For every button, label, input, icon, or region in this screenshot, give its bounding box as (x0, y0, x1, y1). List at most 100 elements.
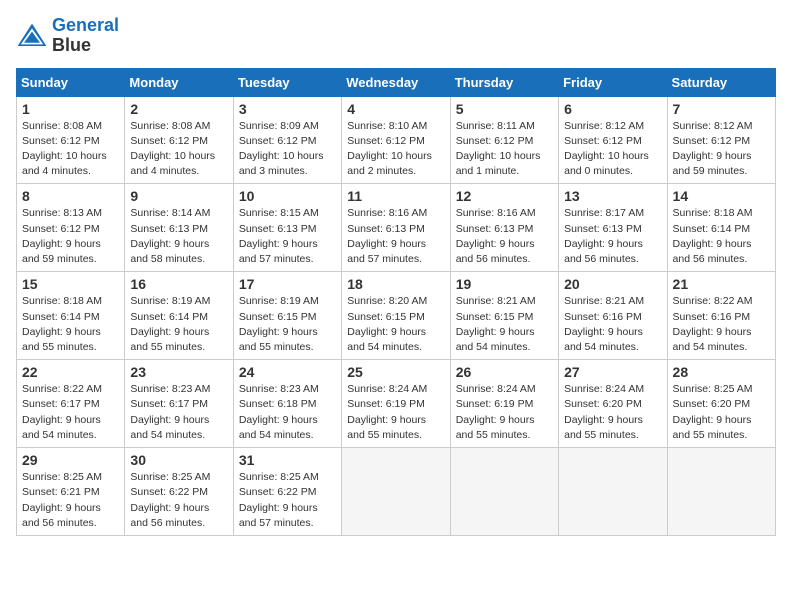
calendar-week-3: 15Sunrise: 8:18 AMSunset: 6:14 PMDayligh… (17, 272, 776, 360)
day-cell-25: 25 Sunrise: 8:24 AMSunset: 6:19 PMDayligh… (342, 360, 450, 448)
day-detail: Sunrise: 8:08 AMSunset: 6:12 PMDaylight:… (130, 120, 215, 178)
calendar-week-2: 8 Sunrise: 8:13 AMSunset: 6:12 PMDaylight… (17, 184, 776, 272)
day-number: 30 (130, 452, 227, 468)
day-number: 16 (130, 276, 227, 292)
day-number: 25 (347, 364, 444, 380)
day-cell-8: 8 Sunrise: 8:13 AMSunset: 6:12 PMDaylight… (17, 184, 125, 272)
day-cell-24: 24 Sunrise: 8:23 AMSunset: 6:18 PMDayligh… (233, 360, 341, 448)
day-cell-4: 4 Sunrise: 8:10 AMSunset: 6:12 PMDaylight… (342, 96, 450, 184)
day-cell-6: 6Sunrise: 8:12 AMSunset: 6:12 PMDaylight… (559, 96, 667, 184)
day-detail: Sunrise: 8:23 AMSunset: 6:18 PMDaylight:… (239, 383, 319, 441)
day-cell-15: 15Sunrise: 8:18 AMSunset: 6:14 PMDayligh… (17, 272, 125, 360)
day-number: 8 (22, 188, 119, 204)
day-cell-20: 20 Sunrise: 8:21 AMSunset: 6:16 PMDayligh… (559, 272, 667, 360)
day-number: 19 (456, 276, 553, 292)
day-number: 14 (673, 188, 770, 204)
day-detail: Sunrise: 8:10 AMSunset: 6:12 PMDaylight:… (347, 120, 432, 178)
day-number: 20 (564, 276, 661, 292)
day-detail: Sunrise: 8:25 AMSunset: 6:22 PMDaylight:… (130, 471, 210, 529)
day-cell-3: 3 Sunrise: 8:09 AMSunset: 6:12 PMDaylight… (233, 96, 341, 184)
header-wednesday: Wednesday (342, 68, 450, 96)
calendar-header-row: SundayMondayTuesdayWednesdayThursdayFrid… (17, 68, 776, 96)
day-cell-27: 27Sunrise: 8:24 AMSunset: 6:20 PMDayligh… (559, 360, 667, 448)
day-detail: Sunrise: 8:09 AMSunset: 6:12 PMDaylight:… (239, 120, 324, 178)
day-detail: Sunrise: 8:24 AMSunset: 6:20 PMDaylight:… (564, 383, 644, 441)
day-detail: Sunrise: 8:12 AMSunset: 6:12 PMDaylight:… (673, 120, 753, 178)
day-cell-31: 31Sunrise: 8:25 AMSunset: 6:22 PMDayligh… (233, 448, 341, 536)
calendar-week-1: 1 Sunrise: 8:08 AMSunset: 6:12 PMDaylight… (17, 96, 776, 184)
day-number: 29 (22, 452, 119, 468)
day-number: 28 (673, 364, 770, 380)
day-cell-21: 21Sunrise: 8:22 AMSunset: 6:16 PMDayligh… (667, 272, 775, 360)
day-number: 9 (130, 188, 227, 204)
logo-blue: Blue (52, 36, 119, 56)
day-number: 2 (130, 101, 227, 117)
header-monday: Monday (125, 68, 233, 96)
calendar-week-4: 22Sunrise: 8:22 AMSunset: 6:17 PMDayligh… (17, 360, 776, 448)
day-cell-16: 16 Sunrise: 8:19 AMSunset: 6:14 PMDayligh… (125, 272, 233, 360)
day-cell-12: 12Sunrise: 8:16 AMSunset: 6:13 PMDayligh… (450, 184, 558, 272)
day-detail: Sunrise: 8:23 AMSunset: 6:17 PMDaylight:… (130, 383, 210, 441)
day-cell-17: 17Sunrise: 8:19 AMSunset: 6:15 PMDayligh… (233, 272, 341, 360)
day-detail: Sunrise: 8:21 AMSunset: 6:16 PMDaylight:… (564, 295, 644, 353)
day-number: 1 (22, 101, 119, 117)
calendar-week-5: 29Sunrise: 8:25 AMSunset: 6:21 PMDayligh… (17, 448, 776, 536)
day-number: 6 (564, 101, 661, 117)
logo: General Blue (16, 16, 119, 56)
day-number: 10 (239, 188, 336, 204)
day-cell-29: 29Sunrise: 8:25 AMSunset: 6:21 PMDayligh… (17, 448, 125, 536)
day-cell-11: 11 Sunrise: 8:16 AMSunset: 6:13 PMDayligh… (342, 184, 450, 272)
day-number: 5 (456, 101, 553, 117)
header-friday: Friday (559, 68, 667, 96)
day-number: 17 (239, 276, 336, 292)
header-sunday: Sunday (17, 68, 125, 96)
day-number: 11 (347, 188, 444, 204)
day-cell-7: 7Sunrise: 8:12 AMSunset: 6:12 PMDaylight… (667, 96, 775, 184)
day-cell-5: 5 Sunrise: 8:11 AMSunset: 6:12 PMDaylight… (450, 96, 558, 184)
day-cell-1: 1Sunrise: 8:08 AMSunset: 6:12 PMDaylight… (17, 96, 125, 184)
day-number: 3 (239, 101, 336, 117)
day-cell-9: 9 Sunrise: 8:14 AMSunset: 6:13 PMDaylight… (125, 184, 233, 272)
empty-cell (342, 448, 450, 536)
day-number: 4 (347, 101, 444, 117)
day-detail: Sunrise: 8:18 AMSunset: 6:14 PMDaylight:… (22, 295, 102, 353)
day-cell-13: 13 Sunrise: 8:17 AMSunset: 6:13 PMDayligh… (559, 184, 667, 272)
day-detail: Sunrise: 8:24 AMSunset: 6:19 PMDaylight:… (456, 383, 536, 441)
day-detail: Sunrise: 8:20 AMSunset: 6:15 PMDaylight:… (347, 295, 427, 353)
header-tuesday: Tuesday (233, 68, 341, 96)
day-detail: Sunrise: 8:25 AMSunset: 6:20 PMDaylight:… (673, 383, 753, 441)
logo-icon (16, 22, 48, 50)
day-detail: Sunrise: 8:25 AMSunset: 6:22 PMDaylight:… (239, 471, 319, 529)
day-number: 26 (456, 364, 553, 380)
empty-cell (450, 448, 558, 536)
day-detail: Sunrise: 8:24 AMSunset: 6:19 PMDaylight:… (347, 383, 427, 441)
day-cell-28: 28 Sunrise: 8:25 AMSunset: 6:20 PMDayligh… (667, 360, 775, 448)
day-number: 24 (239, 364, 336, 380)
day-cell-26: 26 Sunrise: 8:24 AMSunset: 6:19 PMDayligh… (450, 360, 558, 448)
day-cell-14: 14 Sunrise: 8:18 AMSunset: 6:14 PMDayligh… (667, 184, 775, 272)
day-detail: Sunrise: 8:19 AMSunset: 6:14 PMDaylight:… (130, 295, 210, 353)
header-saturday: Saturday (667, 68, 775, 96)
day-cell-18: 18 Sunrise: 8:20 AMSunset: 6:15 PMDayligh… (342, 272, 450, 360)
day-number: 12 (456, 188, 553, 204)
day-cell-2: 2 Sunrise: 8:08 AMSunset: 6:12 PMDaylight… (125, 96, 233, 184)
day-cell-19: 19 Sunrise: 8:21 AMSunset: 6:15 PMDayligh… (450, 272, 558, 360)
day-number: 21 (673, 276, 770, 292)
day-detail: Sunrise: 8:14 AMSunset: 6:13 PMDaylight:… (130, 207, 210, 265)
day-detail: Sunrise: 8:16 AMSunset: 6:13 PMDaylight:… (347, 207, 427, 265)
day-detail: Sunrise: 8:13 AMSunset: 6:12 PMDaylight:… (22, 207, 102, 265)
day-detail: Sunrise: 8:11 AMSunset: 6:12 PMDaylight:… (456, 120, 541, 178)
day-detail: Sunrise: 8:15 AMSunset: 6:13 PMDaylight:… (239, 207, 319, 265)
day-detail: Sunrise: 8:22 AMSunset: 6:17 PMDaylight:… (22, 383, 102, 441)
day-number: 13 (564, 188, 661, 204)
day-cell-22: 22Sunrise: 8:22 AMSunset: 6:17 PMDayligh… (17, 360, 125, 448)
empty-cell (559, 448, 667, 536)
day-detail: Sunrise: 8:21 AMSunset: 6:15 PMDaylight:… (456, 295, 536, 353)
day-number: 18 (347, 276, 444, 292)
calendar-table: SundayMondayTuesdayWednesdayThursdayFrid… (16, 68, 776, 536)
day-cell-10: 10 Sunrise: 8:15 AMSunset: 6:13 PMDayligh… (233, 184, 341, 272)
day-cell-30: 30 Sunrise: 8:25 AMSunset: 6:22 PMDayligh… (125, 448, 233, 536)
page-header: General Blue (16, 16, 776, 56)
day-detail: Sunrise: 8:18 AMSunset: 6:14 PMDaylight:… (673, 207, 753, 265)
day-detail: Sunrise: 8:17 AMSunset: 6:13 PMDaylight:… (564, 207, 644, 265)
